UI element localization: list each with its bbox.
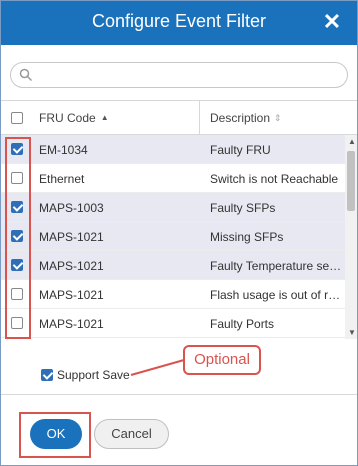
configure-event-filter-dialog: Configure Event Filter ✕ FRU Code ▲ Descr… (0, 0, 358, 466)
annotation-highlight-ok (19, 412, 91, 458)
annotation-callout: Optional (183, 345, 261, 375)
dialog-footer: OK Cancel (1, 394, 357, 465)
cancel-button[interactable]: Cancel (94, 419, 169, 449)
